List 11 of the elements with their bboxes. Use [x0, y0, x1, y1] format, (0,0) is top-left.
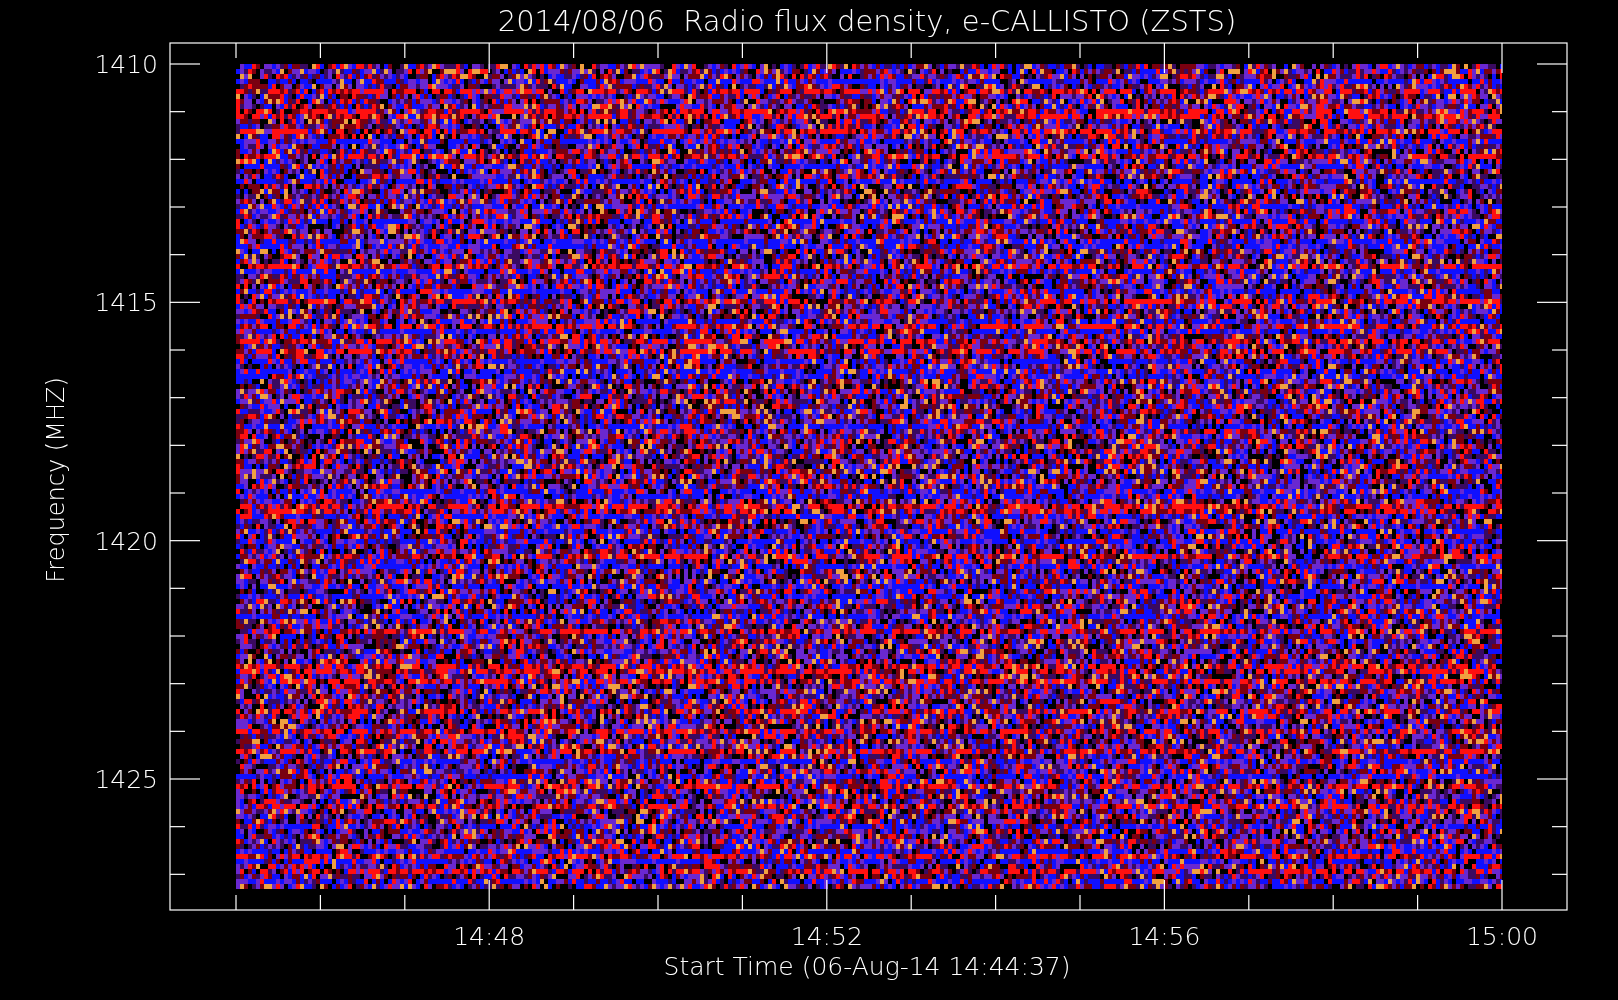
y-tick-label: 1410	[94, 50, 158, 79]
y-tick-label: 1420	[94, 526, 158, 556]
x-axis-label: Start Time (06-Aug-14 14:44:37)	[663, 952, 1071, 981]
y-tick-label: 1415	[94, 288, 158, 318]
x-tick-label: 14:48	[453, 922, 526, 951]
x-tick-label: 15:00	[1466, 922, 1538, 951]
x-tick-label: 14:56	[1128, 922, 1201, 951]
chart-title: 2014/08/06 Radio flux density, e-CALLISTO (ZSTS)	[497, 4, 1237, 38]
y-tick-label: 1425	[94, 765, 158, 794]
x-tick-label: 14:52	[790, 922, 863, 951]
y-axis-label: Frequency (MHZ)	[42, 377, 70, 583]
